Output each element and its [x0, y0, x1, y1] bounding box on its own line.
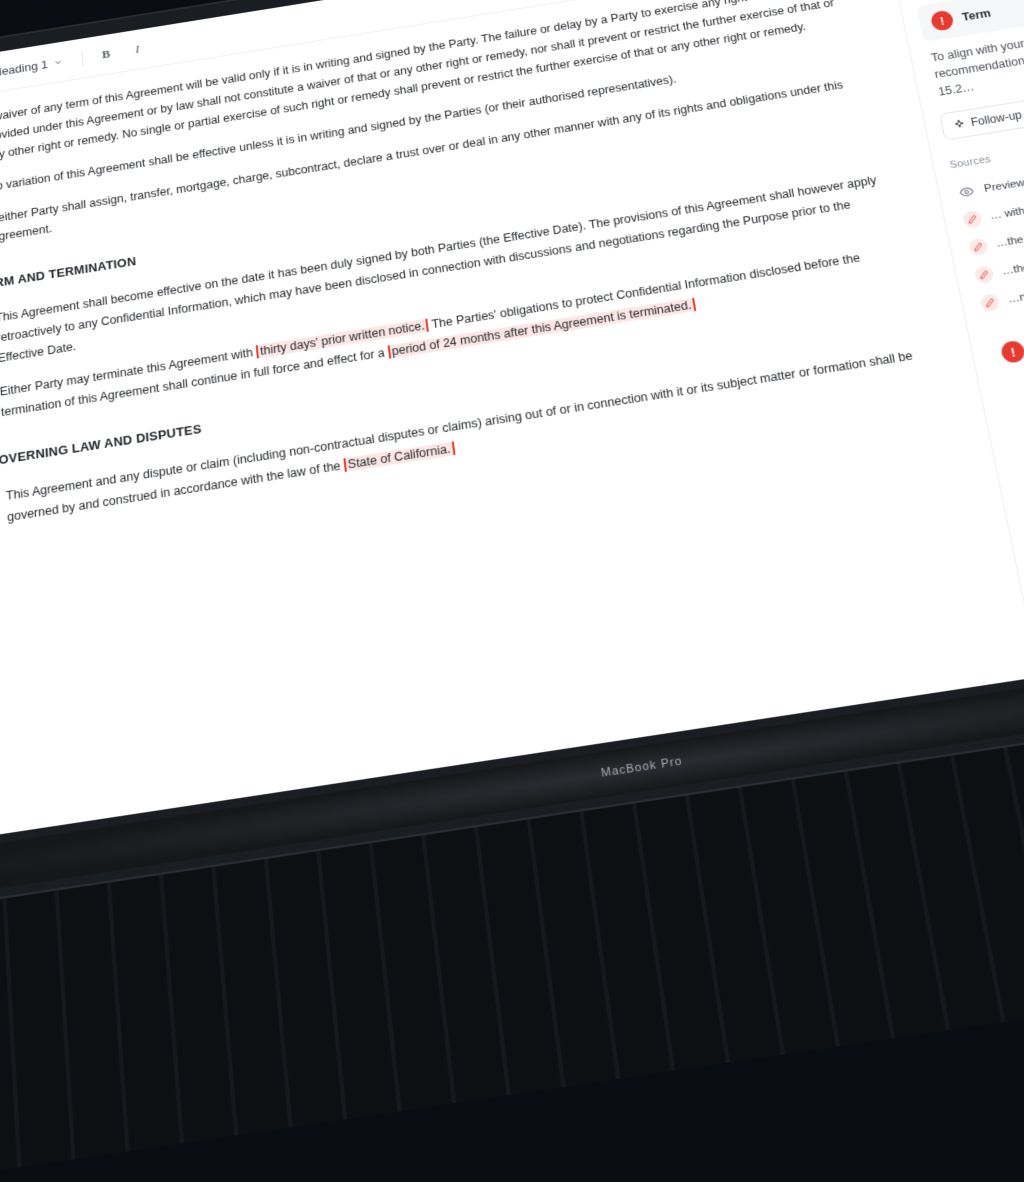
chevron-down-icon: [53, 56, 64, 67]
issue-label: Term: [961, 7, 992, 24]
pen-icon: [979, 293, 1001, 313]
followup-button[interactable]: Follow-up: [939, 100, 1024, 141]
issue-term[interactable]: ! Term: [916, 0, 1024, 42]
italic-button[interactable]: I: [125, 36, 151, 62]
pen-icon: [973, 265, 994, 285]
pen-icon: [968, 237, 989, 256]
heading-select[interactable]: Heading 1: [0, 50, 72, 83]
pen-icon: [962, 210, 983, 229]
bold-button[interactable]: B: [93, 41, 119, 67]
divider: [81, 50, 83, 65]
alert-icon: !: [930, 10, 955, 32]
eye-icon: [956, 183, 977, 202]
heading-select-label: Heading 1: [0, 57, 48, 78]
preview-all-button[interactable]: Preview all: [953, 137, 1024, 208]
alert-icon: !: [1000, 340, 1024, 364]
sparkle-icon: [952, 118, 966, 130]
